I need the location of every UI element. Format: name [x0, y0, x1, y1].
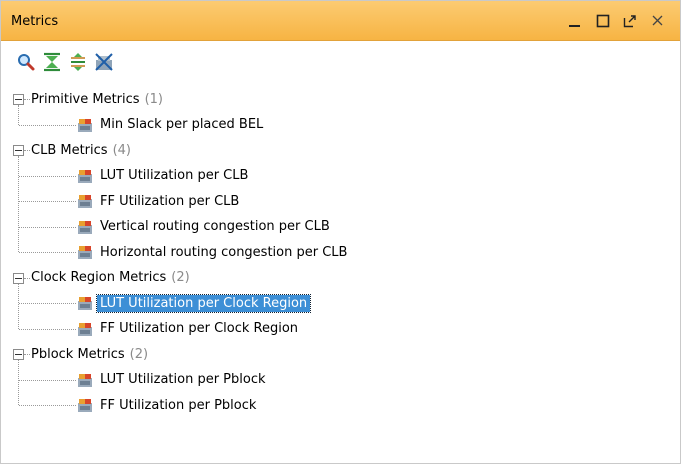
search-icon	[18, 54, 35, 71]
tree-group-label: Primitive Metrics	[31, 91, 140, 107]
tree-item[interactable]: Min Slack per placed BEL	[77, 113, 266, 137]
float-button[interactable]	[619, 9, 641, 33]
expand-all-icon	[71, 53, 85, 71]
metrics-tree: Primitive Metrics (1) Min Slack per placed…	[1, 85, 680, 463]
tree-item-label: LUT Utilization per Clock Region	[95, 293, 312, 313]
tree-connector	[19, 328, 76, 330]
minimize-button[interactable]	[564, 9, 586, 33]
tree-item-label: LUT Utilization per CLB	[100, 168, 249, 183]
tree-connector	[19, 405, 76, 406]
tree-connector	[18, 105, 19, 125]
tree-connector	[18, 156, 19, 252]
tree-item-label: LUT Utilization per Pblock	[100, 372, 266, 387]
maximize-button[interactable]	[592, 9, 614, 33]
tree-connector	[24, 354, 30, 355]
tree-group-count: (1)	[144, 91, 163, 107]
metrics-panel: Metrics Primitive Metrics (1) Min Slack …	[0, 0, 681, 464]
tree-group[interactable]: CLB Metrics (4)	[31, 138, 131, 162]
tree-group-count: (2)	[129, 346, 149, 362]
metric-icon	[78, 373, 92, 387]
metric-icon	[78, 118, 92, 132]
close-button[interactable]	[647, 9, 669, 33]
tree-group-count: (4)	[112, 142, 131, 158]
metric-icon	[78, 220, 92, 234]
tree-group-label: CLB Metrics	[31, 142, 108, 158]
minimize-icon	[569, 25, 580, 27]
tree-item[interactable]: FF Utilization per Pblock	[77, 393, 259, 417]
tree-group[interactable]: Clock Region Metrics (2)	[31, 266, 190, 290]
metric-icon	[78, 195, 92, 208]
tree-group-count: (2)	[171, 270, 190, 285]
close-icon	[652, 15, 663, 26]
metric-icon	[78, 399, 92, 412]
clear-metrics-icon	[95, 53, 113, 71]
tree-item-label: FF Utilization per Clock Region	[100, 321, 299, 336]
tree-item[interactable]: LUT Utilization per CLB	[77, 164, 251, 188]
tree-connector	[18, 360, 19, 405]
tree-connector	[24, 277, 30, 279]
tree-connector	[24, 150, 30, 151]
tree-connector	[19, 124, 76, 126]
tree-connector	[19, 252, 76, 253]
float-window-icon	[623, 15, 636, 28]
tree-item[interactable]: Vertical routing congestion per CLB	[77, 215, 333, 239]
search-button[interactable]	[15, 51, 37, 73]
tree-connector	[19, 175, 76, 177]
tree-group[interactable]: Primitive Metrics (1)	[31, 87, 163, 111]
tree-connector	[19, 379, 76, 381]
maximize-icon	[596, 14, 610, 28]
collapse-all-button[interactable]	[41, 51, 63, 73]
tree-item[interactable]: FF Utilization per Clock Region	[77, 317, 301, 341]
tree-connector	[24, 99, 30, 100]
tree-connector	[18, 283, 19, 329]
collapse-all-icon	[44, 52, 60, 72]
tree-item-label: FF Utilization per CLB	[100, 193, 240, 209]
metrics-toolbar	[1, 41, 680, 83]
metric-icon	[78, 322, 92, 336]
tree-group[interactable]: Pblock Metrics (2)	[31, 342, 148, 366]
tree-group-label: Pblock Metrics	[31, 346, 125, 362]
panel-title-bar: Metrics	[1, 1, 680, 41]
tree-connector	[19, 201, 76, 202]
panel-title: Metrics	[11, 14, 59, 29]
metric-icon	[78, 297, 92, 310]
collapse-toggle-icon[interactable]	[13, 145, 24, 156]
collapse-toggle-icon[interactable]	[13, 94, 24, 105]
collapse-toggle-icon[interactable]	[13, 349, 24, 360]
tree-group-label: Clock Region Metrics	[31, 270, 167, 285]
tree-connector	[19, 303, 76, 304]
tree-item-label: FF Utilization per Pblock	[100, 397, 257, 413]
tree-item-label: Vertical routing congestion per CLB	[100, 219, 330, 234]
collapse-toggle-icon[interactable]	[13, 272, 24, 284]
tree-item[interactable]: Horizontal routing congestion per CLB	[77, 240, 350, 264]
tree-connector	[19, 226, 76, 228]
clear-metrics-button[interactable]	[93, 51, 115, 73]
tree-item-label: Min Slack per placed BEL	[100, 117, 264, 132]
expand-all-button[interactable]	[67, 51, 89, 73]
metric-icon	[78, 246, 92, 259]
tree-item[interactable]: FF Utilization per CLB	[77, 189, 242, 213]
tree-item[interactable]: LUT Utilization per Clock Region	[77, 291, 312, 315]
metric-icon	[78, 169, 92, 183]
tree-item[interactable]: LUT Utilization per Pblock	[77, 368, 269, 392]
tree-item-label: Horizontal routing congestion per CLB	[100, 244, 348, 260]
